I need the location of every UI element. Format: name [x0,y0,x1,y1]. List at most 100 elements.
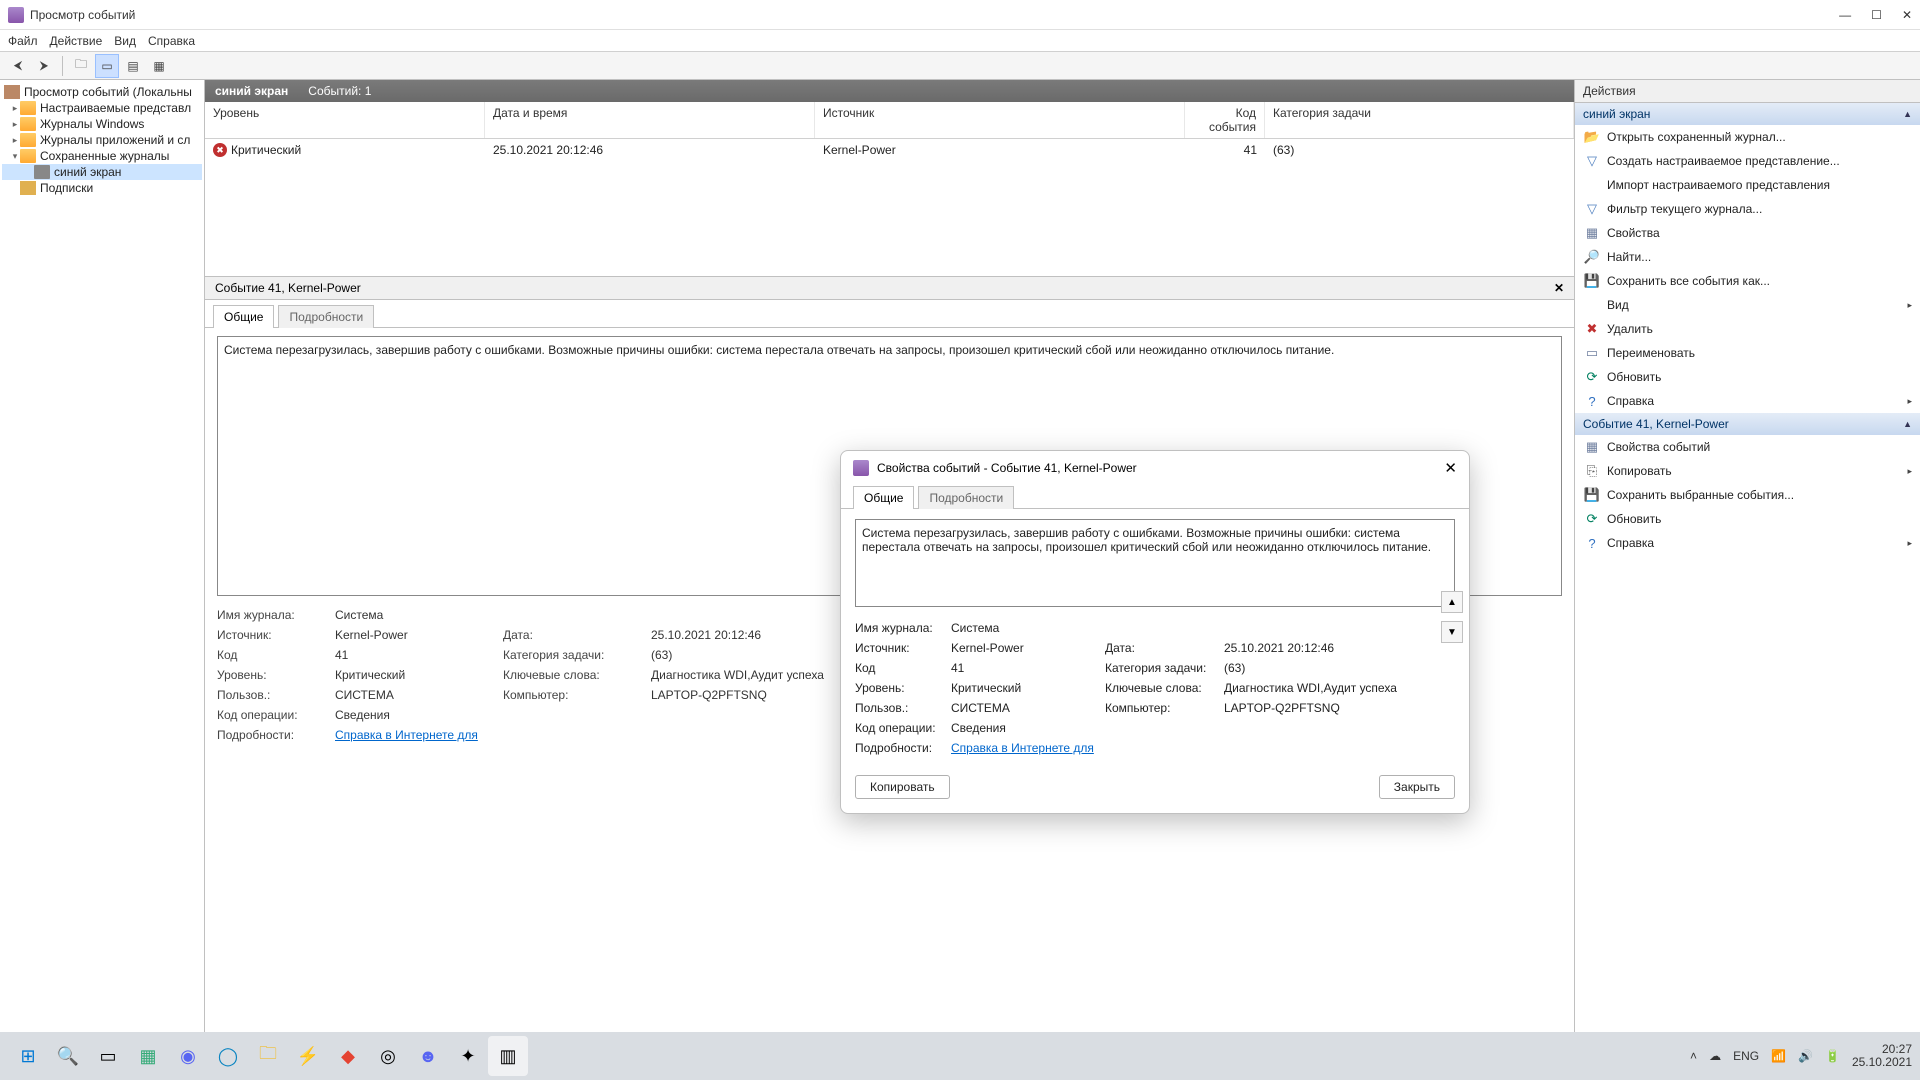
forward-button[interactable]: ⮞ [32,54,56,78]
col-date[interactable]: Дата и время [485,102,815,138]
edge-app[interactable]: ◯ [208,1036,248,1076]
tree-blue-screen[interactable]: синий экран [2,164,202,180]
dialog-tab-details[interactable]: Подробности [918,486,1014,509]
menu-view[interactable]: Вид [114,34,136,48]
action-event-properties[interactable]: ▦Свойства событий [1575,435,1920,459]
discord-app[interactable]: ☻ [408,1036,448,1076]
close-button[interactable]: ✕ [1902,8,1912,22]
tree-app-logs[interactable]: ▸ Журналы приложений и сл [2,132,202,148]
dialog-close-button[interactable]: ✕ [1444,459,1457,477]
action-refresh[interactable]: ⟳Обновить [1575,365,1920,389]
actions-section-log[interactable]: синий экран ▲ [1575,103,1920,125]
show-preview-button[interactable]: ▭ [95,54,119,78]
tray-expand-icon[interactable]: ˄ [1690,1049,1697,1063]
f-task-label: Категория задачи: [503,648,643,662]
refresh-icon: ⟳ [1583,511,1601,527]
tree-root-label: Просмотр событий (Локальны [24,85,192,99]
f-keywords-value: Диагностика WDI,Аудит успеха [1224,681,1404,695]
action-help[interactable]: ?Справка▸ [1575,389,1920,413]
next-event-button[interactable]: ▼ [1441,621,1463,643]
copy-button[interactable]: Копировать [855,775,950,799]
action-import-custom-view[interactable]: Импорт настраиваемого представления [1575,173,1920,197]
show-actions-button[interactable]: ▤ [121,54,145,78]
volume-icon[interactable]: 🔊 [1798,1049,1813,1063]
f-logname-value: Система [951,621,1101,635]
prev-event-button[interactable]: ▲ [1441,591,1463,613]
properties-button[interactable]: ▦ [147,54,171,78]
chrome-app[interactable]: ◎ [368,1036,408,1076]
action-find[interactable]: 🔎Найти... [1575,245,1920,269]
tab-details[interactable]: Подробности [278,305,374,328]
action-open-saved-log[interactable]: 📂Открыть сохраненный журнал... [1575,125,1920,149]
tab-general[interactable]: Общие [213,305,274,328]
expand-icon[interactable]: ▸ [10,119,20,130]
explorer-app[interactable]: 🗀 [248,1036,288,1076]
f-opcode-value: Сведения [335,708,495,722]
f-user-label: Пользов.: [855,701,947,715]
wifi-icon[interactable]: 📶 [1771,1049,1786,1063]
col-source[interactable]: Источник [815,102,1185,138]
tree-custom-views[interactable]: ▸ Настраиваемые представл [2,100,202,116]
menu-file[interactable]: Файл [8,34,38,48]
clock[interactable]: 20:27 25.10.2021 [1852,1043,1912,1069]
window-controls: — ☐ ✕ [1839,8,1912,22]
minimize-button[interactable]: — [1839,8,1851,22]
section-title: Событие 41, Kernel-Power [1583,417,1729,431]
battery-icon[interactable]: 🔋 [1825,1049,1840,1063]
cell-code: 41 [1185,141,1265,159]
maximize-button[interactable]: ☐ [1871,8,1882,22]
dialog-description[interactable]: Система перезагрузилась, завершив работу… [855,519,1455,607]
tree-windows-logs[interactable]: ▸ Журналы Windows [2,116,202,132]
action-help-event[interactable]: ?Справка▸ [1575,531,1920,555]
action-copy[interactable]: ⎘Копировать▸ [1575,459,1920,483]
widgets-button[interactable]: ▦ [128,1036,168,1076]
action-properties[interactable]: ▦Свойства [1575,221,1920,245]
col-code[interactable]: Код события [1185,102,1265,138]
actions-pane: Действия синий экран ▲ 📂Открыть сохранен… [1575,80,1920,1032]
menu-help[interactable]: Справка [148,34,195,48]
actions-section-event[interactable]: Событие 41, Kernel-Power ▲ [1575,413,1920,435]
action-create-custom-view[interactable]: ▽Создать настраиваемое представление... [1575,149,1920,173]
tree-saved-logs[interactable]: ▾ Сохраненные журналы [2,148,202,164]
tree-root[interactable]: Просмотр событий (Локальны [2,84,202,100]
action-delete[interactable]: ✖Удалить [1575,317,1920,341]
online-help-link[interactable]: Справка в Интернете для [951,741,1101,755]
expand-icon[interactable]: ▸ [10,135,20,146]
close-detail-button[interactable]: ✕ [1554,281,1564,295]
col-level[interactable]: Уровень [205,102,485,138]
back-button[interactable]: ⮜ [6,54,30,78]
action-filter-log[interactable]: ▽Фильтр текущего журнала... [1575,197,1920,221]
f-code-label: Код [855,661,947,675]
action-save-all-events[interactable]: 💾Сохранить все события как... [1575,269,1920,293]
event-list[interactable]: Уровень Дата и время Источник Код событи… [205,102,1574,277]
eventviewer-task[interactable]: ▥ [488,1036,528,1076]
f-date-value: 25.10.2021 20:12:46 [1224,641,1404,655]
search-button[interactable]: 🔍 [48,1036,88,1076]
onedrive-icon[interactable]: ☁ [1709,1049,1721,1063]
start-button[interactable]: ⊞ [8,1036,48,1076]
menu-action[interactable]: Действие [50,34,103,48]
dialog-tab-general[interactable]: Общие [853,486,914,509]
event-row[interactable]: ✖ Критический 25.10.2021 20:12:46 Kernel… [205,139,1574,161]
tree-subscriptions[interactable]: Подписки [2,180,202,196]
detail-bar: Событие 41, Kernel-Power ✕ [205,277,1574,300]
action-view[interactable]: Вид▸ [1575,293,1920,317]
help-icon: ? [1583,535,1601,551]
expand-icon[interactable]: ▸ [10,103,20,114]
tree-pane[interactable]: Просмотр событий (Локальны ▸ Настраиваем… [0,80,205,1032]
online-help-link[interactable]: Справка в Интернете для [335,728,495,742]
taskview-button[interactable]: ▭ [88,1036,128,1076]
language-indicator[interactable]: ENG [1733,1049,1759,1063]
action-rename[interactable]: ▭Переименовать [1575,341,1920,365]
toolbar-separator [62,56,63,76]
winamp-app[interactable]: ⚡ [288,1036,328,1076]
action-refresh-event[interactable]: ⟳Обновить [1575,507,1920,531]
chat-app[interactable]: ◉ [168,1036,208,1076]
col-task[interactable]: Категория задачи [1265,102,1574,138]
show-tree-button[interactable]: 🗀 [69,54,93,78]
collapse-icon[interactable]: ▾ [10,151,20,162]
todoist-app[interactable]: ◆ [328,1036,368,1076]
app-8[interactable]: ✦ [448,1036,488,1076]
close-dialog-button[interactable]: Закрыть [1379,775,1455,799]
action-save-selected[interactable]: 💾Сохранить выбранные события... [1575,483,1920,507]
